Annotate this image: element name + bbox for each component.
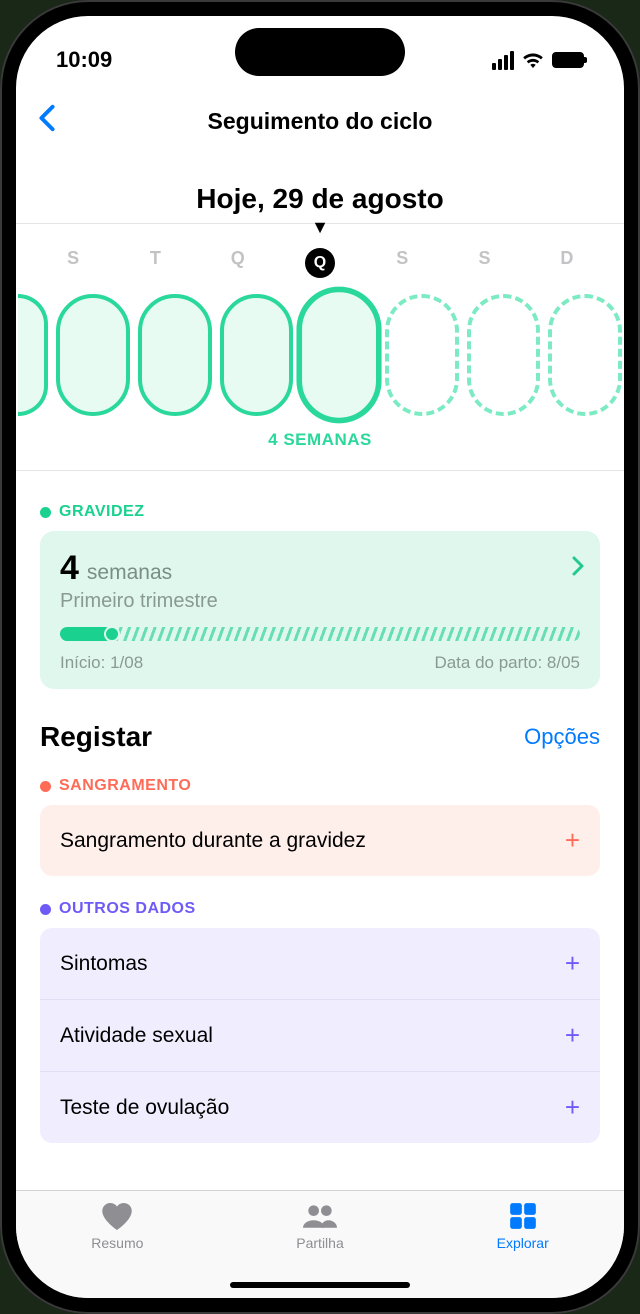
today-indicator: Q bbox=[305, 248, 335, 278]
pregnancy-progress-knob bbox=[104, 627, 120, 641]
dot-icon bbox=[40, 904, 51, 915]
weekday-label: S bbox=[32, 236, 114, 290]
dynamic-island bbox=[235, 28, 405, 76]
content-area: Hoje, 29 de agosto ▼ S T Q Q S S D bbox=[16, 151, 624, 1190]
day-cell[interactable] bbox=[56, 294, 130, 416]
dot-icon bbox=[40, 781, 51, 792]
week-strip[interactable]: S T Q Q S S D bbox=[16, 224, 624, 479]
heart-icon bbox=[100, 1201, 134, 1231]
weekday-label: S bbox=[443, 236, 525, 290]
weekday-label: S bbox=[361, 236, 443, 290]
ovulation-test-row[interactable]: Teste de ovulação + bbox=[40, 1072, 600, 1143]
tab-label: Explorar bbox=[497, 1235, 549, 1251]
day-cell-future[interactable] bbox=[467, 294, 541, 416]
navigation-bar: Seguimento do ciclo bbox=[16, 84, 624, 151]
wifi-icon bbox=[522, 52, 544, 68]
weekday-label: D bbox=[526, 236, 608, 290]
phone-frame: 10:09 Seguimento do ciclo Hoje, 29 de ag… bbox=[0, 0, 640, 1314]
options-button[interactable]: Opções bbox=[524, 724, 600, 750]
pregnancy-due: Data do parto: 8/05 bbox=[434, 653, 580, 673]
grid-icon bbox=[506, 1201, 540, 1231]
day-cell[interactable] bbox=[138, 294, 212, 416]
pregnancy-trimester: Primeiro trimestre bbox=[60, 590, 580, 613]
weekday-label-today: Q bbox=[279, 236, 361, 290]
pregnancy-progress-track bbox=[60, 627, 580, 641]
status-indicators bbox=[492, 51, 584, 70]
add-icon[interactable]: + bbox=[565, 1020, 580, 1051]
page-title: Seguimento do ciclo bbox=[40, 108, 600, 135]
cellular-signal-icon bbox=[492, 51, 514, 70]
pregnancy-weeks-value: 4 bbox=[60, 549, 79, 588]
day-ovals-row[interactable] bbox=[16, 294, 624, 416]
phone-screen: 10:09 Seguimento do ciclo Hoje, 29 de ag… bbox=[16, 16, 624, 1298]
tab-explore[interactable]: Explorar bbox=[421, 1201, 624, 1298]
other-section-text: OUTROS DADOS bbox=[59, 900, 196, 918]
add-icon[interactable]: + bbox=[565, 1092, 580, 1123]
other-data-group: Sintomas + Atividade sexual + Teste de o… bbox=[40, 928, 600, 1143]
pregnancy-section-text: GRAVIDEZ bbox=[59, 503, 144, 521]
weekday-label: Q bbox=[197, 236, 279, 290]
today-marker-icon: ▼ bbox=[311, 217, 329, 238]
day-cell[interactable] bbox=[220, 294, 294, 416]
weekday-labels: S T Q Q S S D bbox=[16, 236, 624, 290]
date-heading-wrap: Hoje, 29 de agosto ▼ bbox=[16, 151, 624, 224]
row-label: Atividade sexual bbox=[60, 1024, 213, 1048]
pregnancy-meta: Início: 1/08 Data do parto: 8/05 bbox=[60, 653, 580, 673]
day-cell-future[interactable] bbox=[548, 294, 622, 416]
date-heading: Hoje, 29 de agosto bbox=[16, 151, 624, 224]
pregnancy-start: Início: 1/08 bbox=[60, 653, 143, 673]
bleeding-row[interactable]: Sangramento durante a gravidez + bbox=[40, 805, 600, 876]
pregnancy-weeks-unit: semanas bbox=[87, 561, 172, 585]
day-cell[interactable] bbox=[18, 294, 48, 416]
pregnancy-section-label: GRAVIDEZ bbox=[40, 503, 600, 521]
pregnancy-card[interactable]: 4 semanas Primeiro trimestre Início: 1/0… bbox=[40, 531, 600, 689]
day-cell-today[interactable] bbox=[297, 287, 382, 424]
log-header: Registar Opções bbox=[40, 721, 600, 753]
dot-icon bbox=[40, 507, 51, 518]
add-icon[interactable]: + bbox=[565, 825, 580, 856]
tab-label: Resumo bbox=[91, 1235, 143, 1251]
bleeding-row-label: Sangramento durante a gravidez bbox=[60, 829, 366, 853]
weeks-caption: 4 SEMANAS bbox=[16, 416, 624, 471]
home-indicator[interactable] bbox=[230, 1282, 410, 1288]
tab-label: Partilha bbox=[296, 1235, 343, 1251]
tab-summary[interactable]: Resumo bbox=[16, 1201, 219, 1298]
day-cell-future[interactable] bbox=[385, 294, 459, 416]
chevron-right-icon bbox=[572, 555, 584, 583]
battery-icon bbox=[552, 52, 584, 68]
add-icon[interactable]: + bbox=[565, 948, 580, 979]
log-title: Registar bbox=[40, 721, 152, 753]
bleeding-section-text: SANGRAMENTO bbox=[59, 777, 191, 795]
people-icon bbox=[303, 1201, 337, 1231]
sexual-activity-row[interactable]: Atividade sexual + bbox=[40, 1000, 600, 1072]
status-time: 10:09 bbox=[56, 47, 112, 73]
back-button[interactable] bbox=[38, 103, 56, 140]
other-section-label: OUTROS DADOS bbox=[40, 900, 600, 918]
bleeding-section-label: SANGRAMENTO bbox=[40, 777, 600, 795]
weekday-label: T bbox=[114, 236, 196, 290]
row-label: Sintomas bbox=[60, 952, 148, 976]
row-label: Teste de ovulação bbox=[60, 1096, 229, 1120]
symptoms-row[interactable]: Sintomas + bbox=[40, 928, 600, 1000]
